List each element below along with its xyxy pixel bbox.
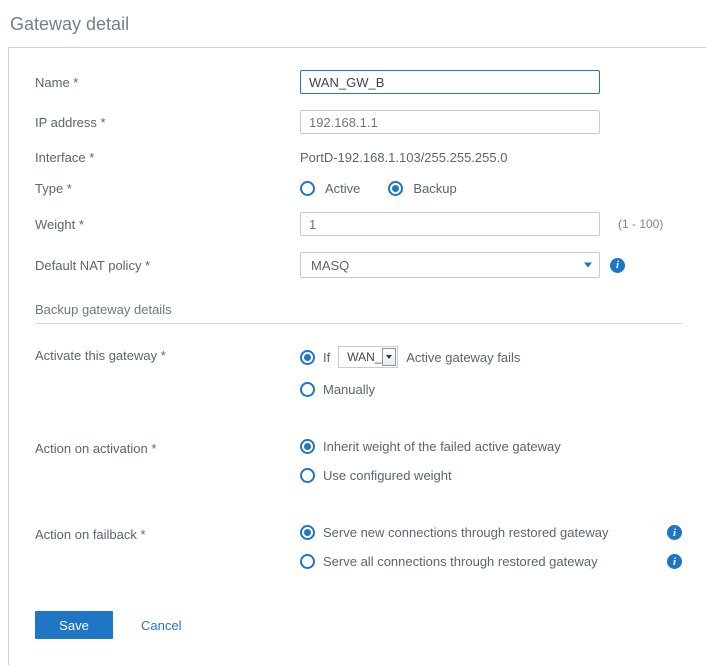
info-icon[interactable]: i	[667, 554, 682, 569]
row-type: Type * Active Backup	[35, 181, 682, 196]
save-button[interactable]: Save	[35, 611, 113, 639]
divider	[35, 323, 682, 324]
form-panel: Name * IP address * Interface * PortD-19…	[8, 47, 706, 665]
label-nat: Default NAT policy *	[35, 258, 300, 273]
interface-value: PortD-192.168.1.103/255.255.255.0	[300, 150, 507, 165]
chevron-down-icon	[382, 348, 396, 366]
label-type: Type *	[35, 181, 300, 196]
activation-configured-label[interactable]: Use configured weight	[323, 468, 452, 483]
page-title: Gateway detail	[0, 0, 706, 47]
row-on-failback: Action on failback * Serve new connectio…	[35, 525, 682, 583]
activate-if-suffix: Active gateway fails	[406, 350, 520, 365]
label-on-activation: Action on activation *	[35, 439, 300, 456]
radio-type-backup[interactable]	[388, 181, 403, 196]
label-name: Name *	[35, 75, 300, 90]
row-interface: Interface * PortD-192.168.1.103/255.255.…	[35, 150, 682, 165]
label-weight: Weight *	[35, 217, 300, 232]
activate-gateway-select[interactable]: WAN_G	[338, 346, 398, 368]
label-ip: IP address *	[35, 115, 300, 130]
label-interface: Interface *	[35, 150, 300, 165]
radio-label-backup[interactable]: Backup	[413, 181, 456, 196]
row-weight: Weight * (1 - 100)	[35, 212, 682, 236]
nat-select-value: MASQ	[311, 258, 349, 273]
row-on-activation: Action on activation * Inherit weight of…	[35, 439, 682, 497]
activate-if-prefix: If	[323, 350, 330, 365]
backup-section-header: Backup gateway details	[35, 302, 682, 317]
radio-activate-manual[interactable]	[300, 382, 315, 397]
form-actions: Save Cancel	[35, 611, 682, 639]
info-icon[interactable]: i	[667, 525, 682, 540]
activate-manual-label[interactable]: Manually	[323, 382, 375, 397]
weight-input[interactable]	[300, 212, 600, 236]
info-icon[interactable]: i	[610, 258, 625, 273]
label-activate: Activate this gateway *	[35, 346, 300, 363]
row-activate: Activate this gateway * If WAN_G Active …	[35, 346, 682, 411]
weight-hint: (1 - 100)	[618, 217, 663, 231]
name-input[interactable]	[300, 70, 600, 94]
radio-label-active[interactable]: Active	[325, 181, 360, 196]
row-ip: IP address *	[35, 110, 682, 134]
radio-failback-new[interactable]	[300, 525, 315, 540]
radio-failback-all[interactable]	[300, 554, 315, 569]
radio-activate-if[interactable]	[300, 350, 315, 365]
ip-input[interactable]	[300, 110, 600, 134]
row-nat: Default NAT policy * MASQ i	[35, 252, 682, 278]
chevron-down-icon	[584, 263, 592, 268]
activation-inherit-label[interactable]: Inherit weight of the failed active gate…	[323, 439, 561, 454]
nat-select[interactable]: MASQ	[300, 252, 600, 278]
cancel-button[interactable]: Cancel	[141, 618, 181, 633]
radio-activation-configured[interactable]	[300, 468, 315, 483]
label-on-failback: Action on failback *	[35, 525, 300, 542]
row-name: Name *	[35, 70, 682, 94]
radio-activation-inherit[interactable]	[300, 439, 315, 454]
radio-type-active[interactable]	[300, 181, 315, 196]
failback-all-label[interactable]: Serve all connections through restored g…	[323, 554, 598, 569]
failback-new-label[interactable]: Serve new connections through restored g…	[323, 525, 608, 540]
